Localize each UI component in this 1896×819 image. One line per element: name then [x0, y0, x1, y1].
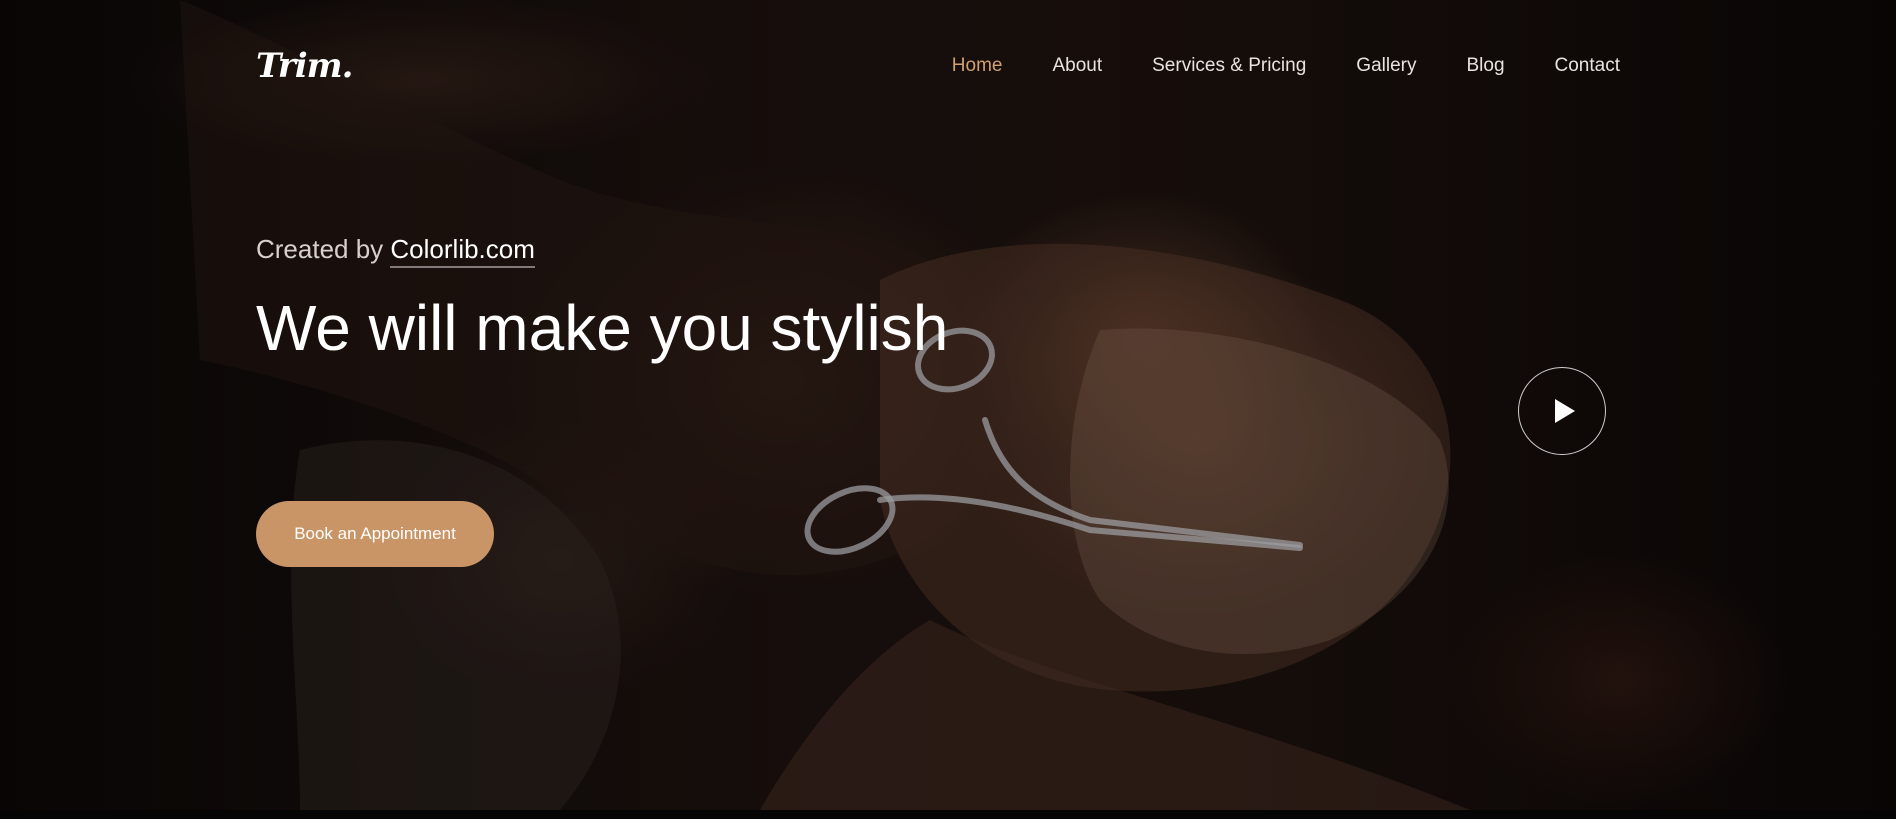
nav-item-about[interactable]: About — [1052, 55, 1102, 77]
bottom-strip — [0, 810, 1896, 819]
nav-item-home[interactable]: Home — [952, 55, 1003, 77]
nav-item-contact[interactable]: Contact — [1555, 55, 1620, 77]
dark-overlay — [0, 0, 1896, 810]
nav-item-blog[interactable]: Blog — [1466, 55, 1504, 77]
nav-item-gallery[interactable]: Gallery — [1356, 55, 1416, 77]
book-appointment-button[interactable]: Book an Appointment — [256, 501, 494, 567]
site-logo[interactable]: Trim. — [256, 46, 353, 86]
credit-prefix: Created by — [256, 234, 391, 264]
credit-link[interactable]: Colorlib.com — [390, 234, 535, 268]
play-icon — [1554, 399, 1575, 423]
hero-headline: We will make you stylish — [256, 292, 949, 364]
credit-line: Created by Colorlib.com — [256, 234, 535, 268]
nav-item-services-pricing[interactable]: Services & Pricing — [1152, 55, 1306, 77]
play-video-button[interactable] — [1518, 367, 1606, 455]
hero-section: Trim. Home About Services & Pricing Gall… — [0, 0, 1896, 810]
main-nav: Home About Services & Pricing Gallery Bl… — [902, 55, 1620, 77]
site-header: Trim. Home About Services & Pricing Gall… — [256, 40, 1620, 92]
